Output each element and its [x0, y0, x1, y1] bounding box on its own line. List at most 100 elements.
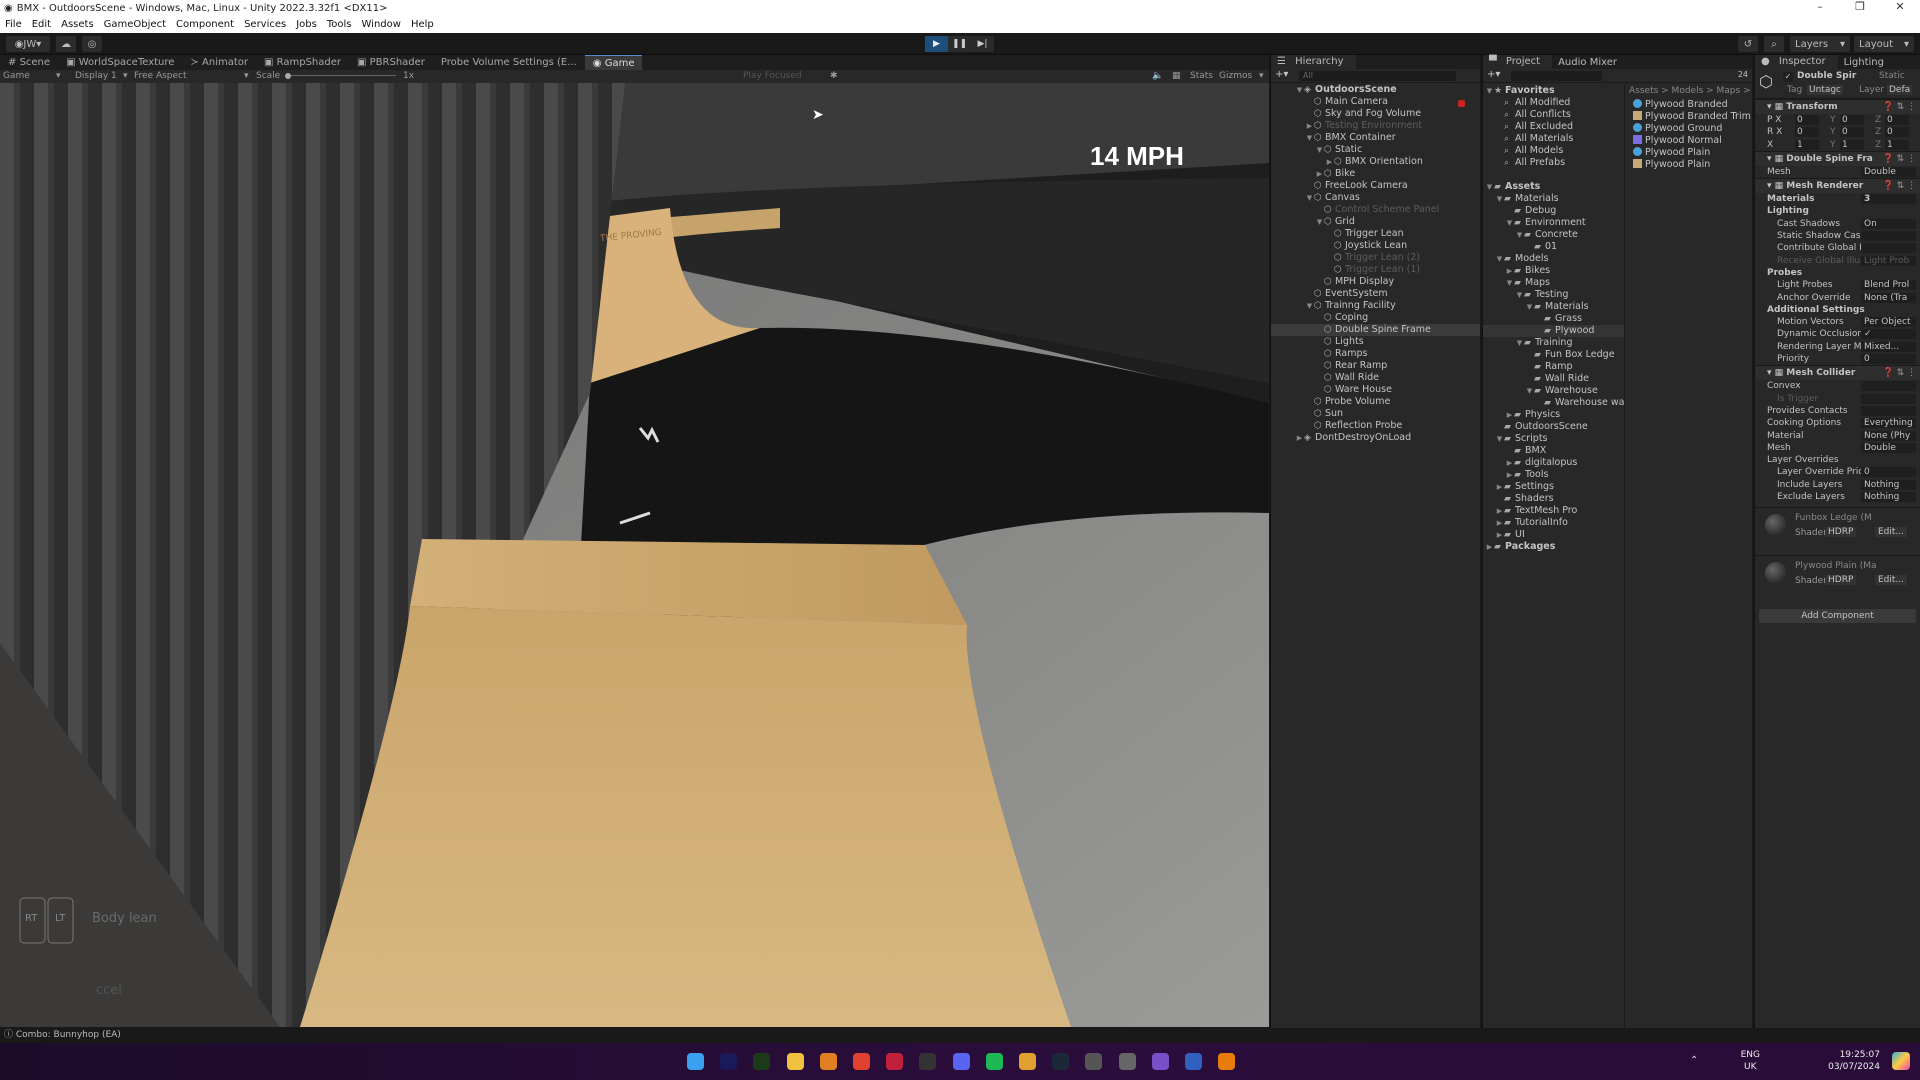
menu-services[interactable]: Services [239, 19, 291, 30]
pause-button[interactable]: ❚❚ [948, 36, 971, 52]
cloud-icon[interactable]: ☁ [56, 36, 76, 52]
expand-arrow-icon[interactable]: ▶ [1505, 457, 1514, 469]
hierarchy-tab[interactable]: ☰ Hierarchy [1271, 55, 1356, 69]
tree-item[interactable]: ▼ ▰ Materials [1483, 193, 1624, 205]
steam-icon[interactable] [1052, 1053, 1070, 1070]
hierarchy-search[interactable]: All [1299, 71, 1456, 81]
tree-item[interactable]: ▰ Fun Box Ledge [1483, 349, 1624, 361]
tree-item[interactable]: ⬡ Ware House [1271, 384, 1480, 396]
vector-field[interactable]: 0 [1840, 115, 1864, 125]
lighting-tab[interactable]: Lighting [1838, 57, 1890, 68]
tree-item[interactable]: ▼ ▰ Scripts [1483, 433, 1624, 445]
unity-icon[interactable] [1118, 1053, 1136, 1070]
tree-item[interactable]: ▼ ★ Favorites [1483, 85, 1624, 97]
tree-item[interactable]: ⬡ FreeLook Camera [1271, 180, 1480, 192]
component-menu-icons[interactable]: ❓ ⇅ ⋮ [1883, 366, 1916, 381]
shader-dropdown[interactable]: HDRP [1825, 575, 1857, 586]
expand-arrow-icon[interactable]: ▼ [1295, 84, 1304, 96]
layers-dropdown[interactable]: Layers ▾ [1790, 36, 1850, 52]
tree-item[interactable]: ▼ ▰ Maps [1483, 277, 1624, 289]
clock[interactable]: 19:25:07 03/07/2024 [1820, 1049, 1880, 1073]
app-icon[interactable] [1185, 1053, 1202, 1070]
tree-item[interactable]: ⬡ EventSystem [1271, 288, 1480, 300]
scale-slider-handle[interactable] [285, 73, 291, 79]
tree-item[interactable]: ▼ ▰ Materials [1483, 301, 1624, 313]
language-indicator[interactable]: ENG UK [1741, 1049, 1760, 1073]
tree-item[interactable]: ▶ ▰ UI [1483, 529, 1624, 541]
property-field[interactable]: Per Object [1861, 317, 1916, 328]
menu-assets[interactable]: Assets [56, 19, 99, 30]
expand-arrow-icon[interactable]: ▼ [1525, 385, 1534, 397]
property-field[interactable]: Nothing [1861, 479, 1916, 490]
chrome-alt-icon[interactable] [1019, 1053, 1036, 1070]
tree-item[interactable]: ⌕ All Conflicts [1483, 109, 1624, 121]
file-explorer-icon[interactable] [786, 1053, 804, 1070]
expand-arrow-icon[interactable]: ▼ [1305, 132, 1314, 144]
menu-component[interactable]: Component [171, 19, 239, 30]
component-menu-icons[interactable]: ❓ ⇅ ⋮ [1883, 152, 1916, 167]
property-field[interactable] [1861, 231, 1916, 242]
property-field[interactable] [1861, 381, 1916, 392]
tree-item[interactable]: ▰ Plywood [1483, 325, 1624, 337]
tree-item[interactable]: ⬡ Control Scheme Panel [1271, 204, 1480, 216]
tree-item[interactable]: ⬡ Trigger Lean [1271, 228, 1480, 240]
component-header[interactable]: ▾ ▦ Transform ❓ ⇅ ⋮ [1755, 99, 1920, 114]
display-dropdown[interactable]: Display 1 [75, 71, 117, 81]
asset-item[interactable]: Plywood Ground [1633, 123, 1752, 135]
tree-item[interactable]: ▰ Grass [1483, 313, 1624, 325]
asset-item[interactable]: Plywood Branded Trim S [1633, 111, 1760, 123]
tree-item[interactable]: ⬡ MPH Display [1271, 276, 1480, 288]
expand-arrow-icon[interactable]: ▼ [1495, 433, 1504, 445]
game-view[interactable]: 14 MPH THE PROVING RT LT Body lean ccel … [0, 83, 1269, 1027]
tree-item[interactable]: ▰ Warehouse wa [1483, 397, 1624, 409]
expand-arrow-icon[interactable]: ▼ [1505, 217, 1514, 229]
close-button[interactable]: ✕ [1880, 0, 1920, 16]
create-icon[interactable]: +▾ [1487, 69, 1500, 80]
property-field[interactable]: On [1861, 218, 1916, 229]
expand-arrow-icon[interactable]: ▼ [1315, 144, 1324, 156]
property-field[interactable]: Double [1861, 442, 1916, 453]
step-button[interactable]: ▶| [971, 36, 994, 52]
tree-item[interactable]: ▰ Ramp [1483, 361, 1624, 373]
property-field[interactable]: Light Prob [1861, 255, 1916, 266]
tab-rampshader[interactable]: ▣ RampShader [256, 55, 349, 70]
tree-item[interactable]: ▼ ▰ Assets [1483, 181, 1624, 193]
component-header[interactable]: ▾ ▦ Mesh Renderer ❓ ⇅ ⋮ [1755, 178, 1920, 194]
spotify-icon[interactable] [985, 1053, 1003, 1070]
property-field[interactable]: None (Phy [1861, 430, 1916, 441]
add-icon[interactable]: +▾ [1275, 69, 1288, 80]
project-search[interactable] [1511, 71, 1602, 81]
tree-item[interactable]: ▰ Shaders [1483, 493, 1624, 505]
blender-icon[interactable] [1218, 1053, 1236, 1070]
vector-field[interactable]: 0 [1795, 115, 1819, 125]
edit-shader-button[interactable]: Edit... [1875, 575, 1908, 586]
expand-arrow-icon[interactable]: ▶ [1495, 505, 1504, 517]
property-field[interactable]: Nothing [1861, 492, 1916, 503]
opera-icon[interactable] [886, 1053, 904, 1070]
gizmos-button[interactable]: Gizmos [1219, 71, 1252, 81]
static-dropdown[interactable]: Static [1879, 71, 1905, 81]
vector-field[interactable]: 0 [1885, 115, 1909, 125]
windows-start-icon[interactable] [687, 1053, 704, 1070]
asset-item[interactable]: Plywood Normal [1633, 135, 1752, 147]
tree-item[interactable]: ⬡ Trigger Lean (1) [1271, 264, 1480, 276]
account-button[interactable]: ◉ JW ▾ [6, 36, 50, 52]
tree-item[interactable]: ▼ ▰ Concrete [1483, 229, 1624, 241]
tree-item[interactable]: ▶ ▰ Tools [1483, 469, 1624, 481]
tree-item[interactable]: ⌕ All Modified [1483, 97, 1624, 109]
property-field[interactable]: 0 [1861, 467, 1916, 478]
vector-field[interactable]: 1 [1840, 139, 1864, 150]
property-field[interactable] [1861, 243, 1916, 254]
expand-arrow-icon[interactable]: ▼ [1485, 181, 1494, 193]
add-component-button[interactable]: Add Component [1759, 609, 1916, 624]
tab-probe-volume-settings-e-[interactable]: Probe Volume Settings (E... [433, 55, 585, 70]
tree-item[interactable]: ▶ ▰ TextMesh Pro [1483, 505, 1624, 517]
tree-item[interactable]: ▼ ⬡ Static [1271, 144, 1480, 156]
menu-file[interactable]: File [0, 19, 27, 30]
play-focused-dropdown[interactable]: Play Focused [743, 71, 802, 81]
expand-arrow-icon[interactable]: ▼ [1305, 192, 1314, 204]
visual-studio-icon[interactable] [1151, 1053, 1169, 1070]
tab-animator[interactable]: ≻ Animator [182, 55, 256, 70]
tree-item[interactable]: ▶ ⬡ Bike [1271, 168, 1480, 180]
tree-item[interactable]: ⌕ All Models [1483, 145, 1624, 157]
